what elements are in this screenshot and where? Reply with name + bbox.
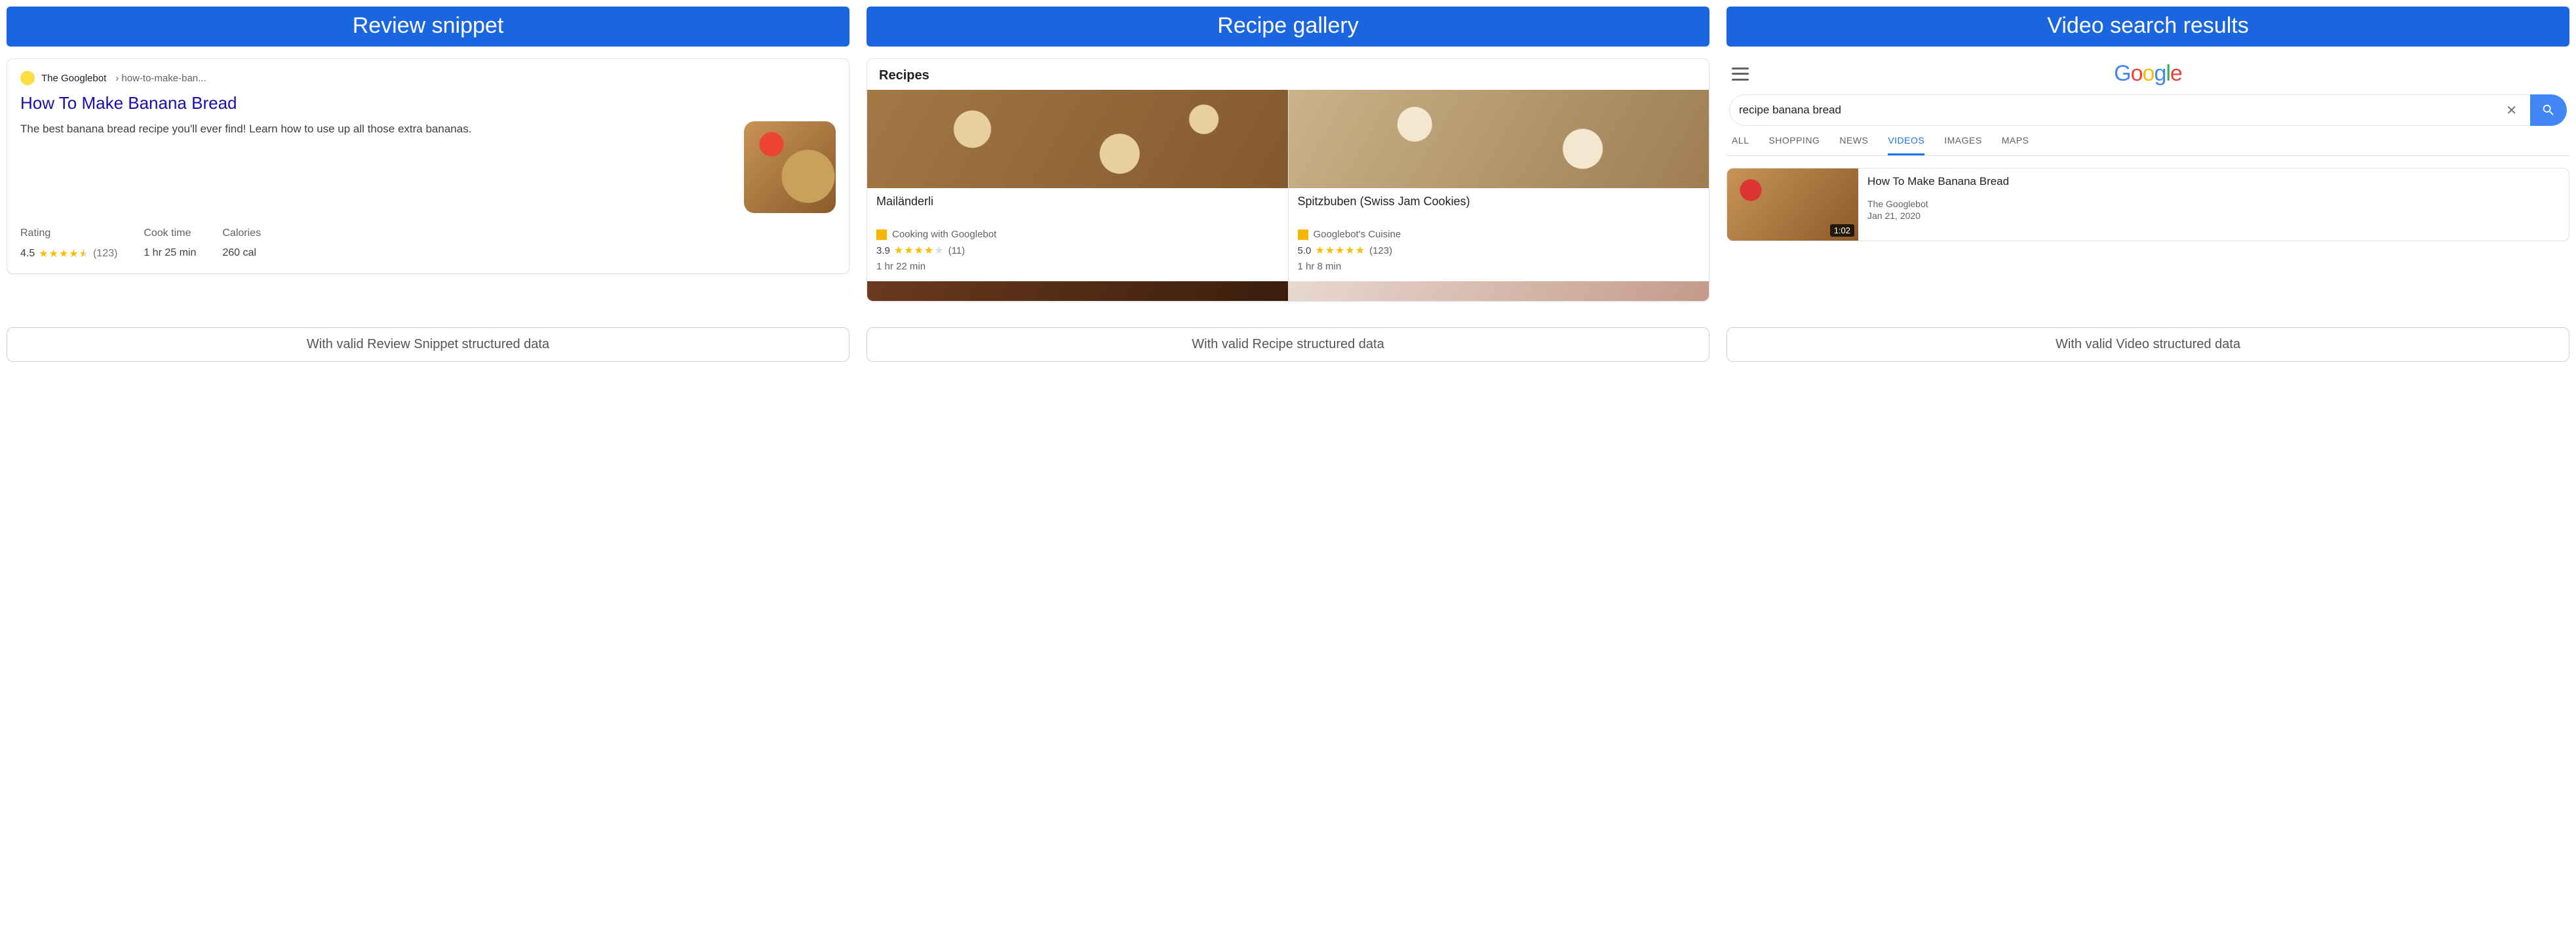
star-rating-icon: ★★★★★ — [894, 244, 945, 257]
recipe-rating-count: (11) — [948, 245, 966, 256]
gallery-section-title: Recipes — [867, 59, 1709, 90]
recipe-thumbnail — [1289, 90, 1709, 188]
gallery-row: Mailänderli Cooking with Googlebot 3.9 ★… — [867, 90, 1709, 281]
video-duration-badge: 1:02 — [1830, 224, 1854, 237]
author-icon — [876, 229, 887, 240]
recipe-gallery-card: Recipes Mailänderli Cooking with Googleb… — [867, 58, 1709, 302]
google-logo[interactable]: Google — [1759, 61, 2537, 87]
stat-cooktime-label: Cook time — [144, 227, 196, 239]
header-recipe-gallery: Recipe gallery — [867, 7, 1709, 47]
search-input[interactable] — [1739, 104, 2502, 117]
recipe-author-label: Googlebot's Cuisine — [1314, 229, 1401, 240]
recipe-rating-row: 3.9 ★★★★★ (11) — [876, 244, 1279, 257]
search-button[interactable] — [2530, 94, 2567, 126]
tab-videos[interactable]: VIDEOS — [1888, 135, 1924, 155]
star-rating-icon: ★★★★★ — [1315, 244, 1365, 257]
menu-icon[interactable] — [1732, 68, 1749, 81]
header-review-snippet: Review snippet — [7, 7, 849, 47]
gallery-stage: Recipes Mailänderli Cooking with Googleb… — [867, 58, 1709, 307]
review-stage: The Googlebot › how-to-make-ban... How T… — [7, 58, 849, 307]
favicon-icon — [20, 71, 35, 85]
tab-maps[interactable]: MAPS — [2002, 135, 2029, 155]
tab-all[interactable]: ALL — [1732, 135, 1749, 155]
review-snippet-card[interactable]: The Googlebot › how-to-make-ban... How T… — [7, 58, 849, 274]
caption-video: With valid Video structured data — [1727, 327, 2569, 362]
recipe-rating-value: 3.9 — [876, 245, 890, 256]
clear-icon[interactable]: ✕ — [2502, 102, 2521, 119]
gallery-next-row-peek — [867, 281, 1709, 301]
recipe-rating-row: 5.0 ★★★★★ (123) — [1298, 244, 1700, 257]
stat-calories: Calories 260 cal — [222, 227, 261, 260]
caption-review: With valid Review Snippet structured dat… — [7, 327, 849, 362]
stat-rating-label: Rating — [20, 227, 117, 239]
recipe-name: Spitzbuben (Swiss Jam Cookies) — [1298, 195, 1700, 225]
search-tabs: ALL SHOPPING NEWS VIDEOS IMAGES MAPS — [1727, 126, 2569, 156]
result-source-row: The Googlebot › how-to-make-ban... — [20, 71, 836, 85]
breadcrumb: › how-to-make-ban... — [115, 73, 206, 84]
recipe-rating-value: 5.0 — [1298, 245, 1312, 256]
stat-cooktime: Cook time 1 hr 25 min — [144, 227, 196, 260]
column-recipe-gallery: Recipe gallery Recipes Mailänderli Cooki… — [867, 7, 1709, 362]
result-stats-row: Rating 4.5 ★★★★★ (123) Cook time 1 hr 25… — [20, 227, 836, 260]
column-review-snippet: Review snippet The Googlebot › how-to-ma… — [7, 7, 849, 362]
video-title: How To Make Banana Bread — [1867, 175, 2009, 188]
video-source: The Googlebot — [1867, 199, 2009, 209]
recipe-item[interactable]: Spitzbuben (Swiss Jam Cookies) Googlebot… — [1289, 90, 1709, 281]
stat-rating-value: 4.5 — [20, 248, 35, 260]
stat-rating-count: (123) — [93, 248, 117, 260]
result-thumbnail[interactable] — [744, 121, 836, 213]
video-stage: Google ✕ ALL SHOPPING NEWS VIDEOS IMAGES — [1727, 58, 2569, 307]
search-bar: ✕ — [1729, 94, 2567, 126]
recipe-item[interactable]: Mailänderli Cooking with Googlebot 3.9 ★… — [867, 90, 1289, 281]
stat-rating: Rating 4.5 ★★★★★ (123) — [20, 227, 117, 260]
tab-shopping[interactable]: SHOPPING — [1768, 135, 1820, 155]
tab-news[interactable]: NEWS — [1839, 135, 1868, 155]
recipe-author: Googlebot's Cuisine — [1298, 229, 1700, 240]
video-date: Jan 21, 2020 — [1867, 210, 2009, 221]
stat-calories-value: 260 cal — [222, 247, 261, 259]
recipe-thumbnail — [867, 90, 1288, 188]
caption-gallery: With valid Recipe structured data — [867, 327, 1709, 362]
search-top-bar: Google — [1727, 58, 2569, 94]
search-icon — [2541, 103, 2556, 117]
recipe-name: Mailänderli — [876, 195, 1279, 225]
result-description: The best banana bread recipe you'll ever… — [20, 121, 733, 213]
header-video-results: Video search results — [1727, 7, 2569, 47]
author-icon — [1298, 229, 1308, 240]
three-column-layout: Review snippet The Googlebot › how-to-ma… — [7, 7, 2569, 362]
result-title-link[interactable]: How To Make Banana Bread — [20, 93, 836, 113]
recipe-time: 1 hr 8 min — [1298, 261, 1700, 272]
recipe-author: Cooking with Googlebot — [876, 229, 1279, 240]
search-input-wrap[interactable]: ✕ — [1729, 94, 2530, 126]
recipe-time: 1 hr 22 min — [876, 261, 1279, 272]
video-result-card[interactable]: 1:02 How To Make Banana Bread The Google… — [1727, 168, 2569, 241]
column-video-results: Video search results Google ✕ ALL — [1727, 7, 2569, 362]
star-rating-icon: ★★★★★ — [39, 247, 89, 260]
recipe-author-label: Cooking with Googlebot — [892, 229, 996, 240]
stat-calories-label: Calories — [222, 227, 261, 239]
video-thumbnail[interactable]: 1:02 — [1727, 168, 1858, 241]
source-site: The Googlebot — [41, 73, 106, 84]
recipe-rating-count: (123) — [1369, 245, 1392, 256]
tab-images[interactable]: IMAGES — [1944, 135, 1981, 155]
stat-cooktime-value: 1 hr 25 min — [144, 247, 196, 259]
